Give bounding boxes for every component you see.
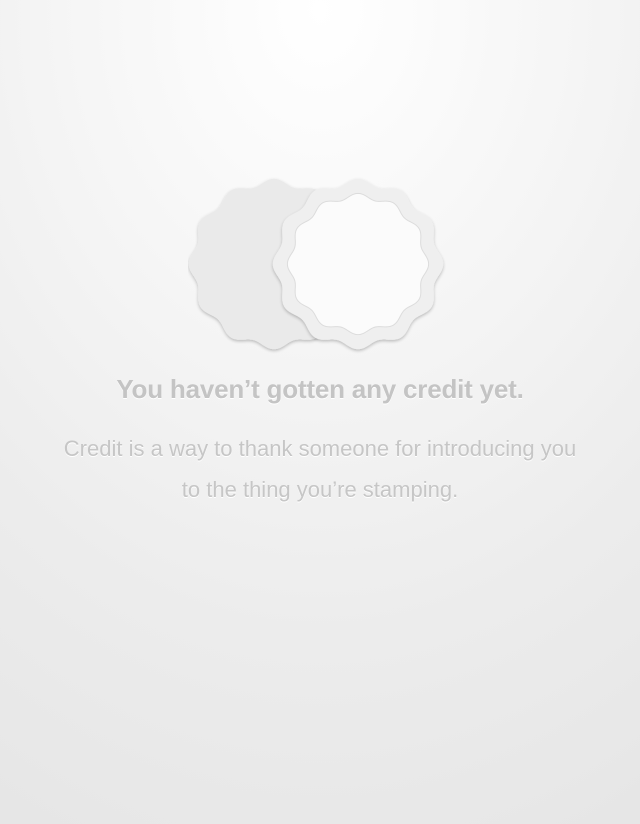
empty-state: You haven’t gotten any credit yet. Credi…: [0, 0, 640, 824]
overlapping-stamps-icon: [188, 176, 448, 354]
stamps-graphic: [188, 178, 444, 350]
empty-state-description: Credit is a way to thank someone for int…: [63, 436, 577, 502]
empty-state-heading: You haven’t gotten any credit yet.: [116, 374, 524, 404]
